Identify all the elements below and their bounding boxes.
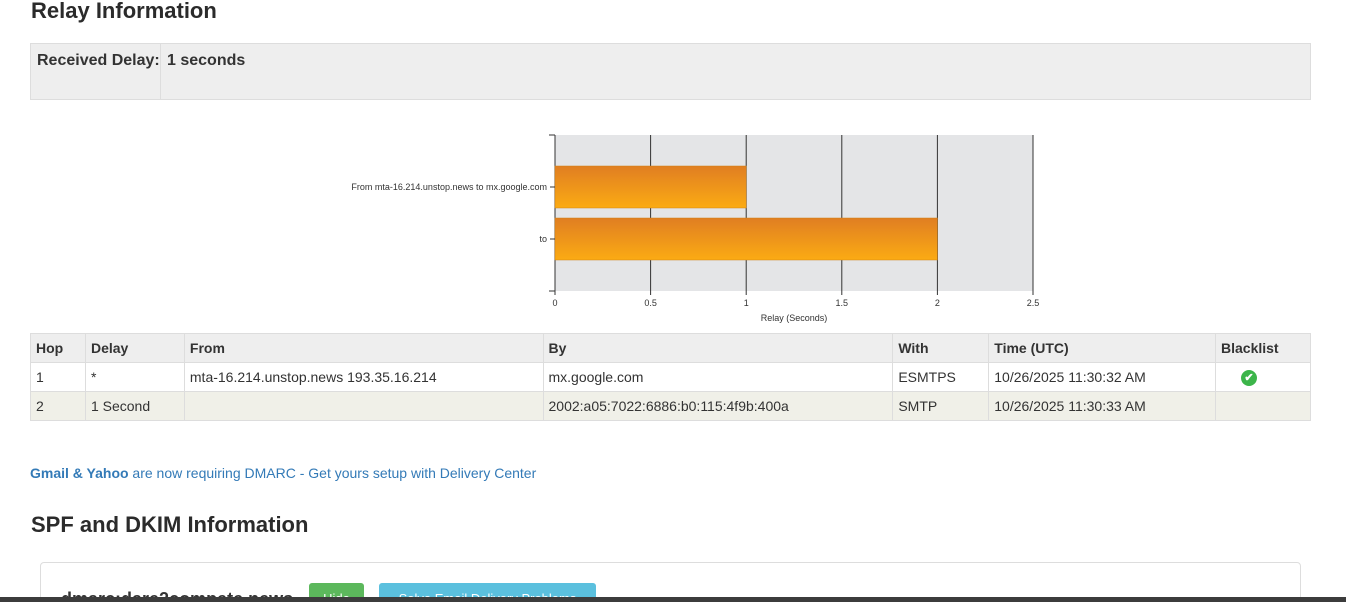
- table-cell: mta-16.214.unstop.news 193.35.16.214: [183, 362, 544, 392]
- dmarc-record-panel: dmarc:dare2compete.news Hide Solve Email…: [40, 562, 1301, 602]
- table-cell: 10/26/2025 11:30:32 AM: [988, 362, 1216, 392]
- table-cell: [183, 391, 544, 421]
- bottom-scrollbar[interactable]: [0, 597, 1346, 602]
- chart-category-label: to: [539, 234, 547, 244]
- table-cell: ESMTPS: [892, 362, 990, 392]
- received-delay-table: Received Delay: 1 seconds: [30, 43, 1311, 100]
- spf-dkim-title: SPF and DKIM Information: [31, 512, 309, 537]
- chart-x-tick-label: 0: [552, 298, 557, 308]
- table-cell: ✔: [1215, 362, 1311, 392]
- chart-bar: [554, 165, 747, 209]
- received-delay-label-text: Received Delay:: [37, 52, 160, 69]
- table-cell: *: [84, 362, 185, 392]
- relay-title: Relay Information: [31, 0, 217, 23]
- table-cell: 10/26/2025 11:30:33 AM: [988, 391, 1216, 421]
- table-row: 1 * mta-16.214.unstop.news 193.35.16.214 mx…: [30, 362, 1311, 392]
- chart-x-tick-label: 2.5: [1027, 298, 1040, 308]
- page: Relay Information Received Delay: 1 seco…: [0, 0, 1346, 602]
- chart-x-tick-label: 0.5: [644, 298, 657, 308]
- table-cell: SMTP: [892, 391, 990, 421]
- table-cell: 1 Second: [84, 391, 185, 421]
- table-cell: 2: [30, 391, 86, 421]
- table-cell: [1215, 391, 1311, 421]
- promo-text[interactable]: are now requiring DMARC - Get yours setu…: [129, 465, 536, 481]
- table-cell: 1: [30, 362, 86, 392]
- hops-table: Hop Delay From By With Time (UTC) Blacklist 1 *…: [30, 333, 1311, 421]
- hops-header-cell: Blacklist: [1215, 333, 1311, 363]
- relay-chart-svg: 0 0.5 1 1.5 2 2.5 From mta-16.214.unstop.news …: [351, 134, 1040, 323]
- chart-category-label: From mta-16.214.unstop.news to mx.google…: [351, 182, 547, 192]
- hops-header-cell: Time (UTC): [988, 333, 1216, 363]
- hops-header-cell: Delay: [84, 333, 185, 363]
- hops-header-cell: By: [542, 333, 894, 363]
- check-icon: ✔: [1241, 369, 1257, 386]
- chart-x-axis-label: Relay (Seconds): [761, 313, 828, 323]
- chart-x-tick-label: 1: [744, 298, 749, 308]
- received-delay-label: Received Delay:: [31, 44, 161, 99]
- chart-x-tick-label: 1.5: [836, 298, 849, 308]
- hops-header-cell: Hop: [30, 333, 86, 363]
- dmarc-promo-link[interactable]: Gmail & Yahoo are now requiring DMARC - …: [30, 465, 536, 481]
- hops-header-row: Hop Delay From By With Time (UTC) Blacklist: [30, 333, 1311, 363]
- relay-chart: 0 0.5 1 1.5 2 2.5 From mta-16.214.unstop.news …: [0, 120, 1346, 330]
- chart-x-tick-label: 2: [935, 298, 940, 308]
- hops-header-cell: From: [183, 333, 544, 363]
- promo-highlight[interactable]: Gmail & Yahoo: [30, 465, 129, 481]
- table-cell: mx.google.com: [542, 362, 894, 392]
- table-cell: 2002:a05:7022:6886:b0:115:4f9b:400a: [542, 391, 894, 421]
- chart-plot-area: [555, 135, 1033, 291]
- chart-bar: [554, 217, 938, 261]
- table-row: 21 Second 2002:a05:7022:6886:b0:115:4f9b:…: [30, 391, 1311, 421]
- hops-header-cell: With: [892, 333, 990, 363]
- received-delay-value: 1 seconds: [167, 52, 246, 69]
